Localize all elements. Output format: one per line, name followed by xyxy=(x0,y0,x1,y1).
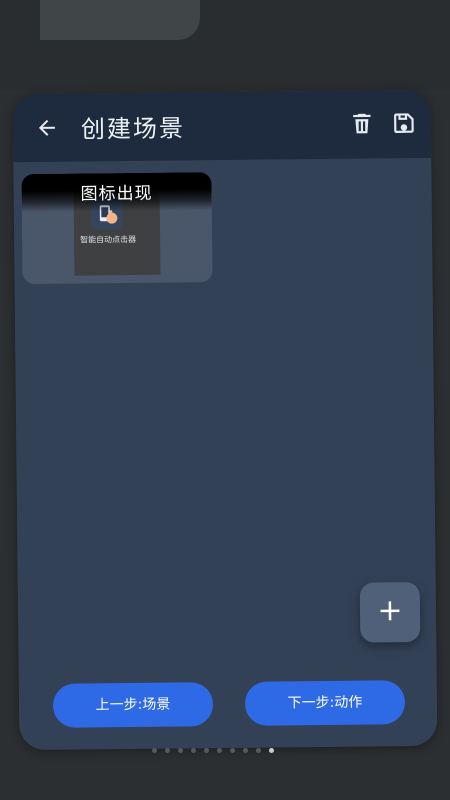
page-indicator xyxy=(152,746,274,754)
add-condition-button[interactable]: + xyxy=(359,581,421,643)
previous-step-button[interactable]: 上一步:场景 xyxy=(52,682,214,728)
page-dot xyxy=(217,747,222,753)
background-card xyxy=(40,0,200,40)
page-dot xyxy=(269,747,274,753)
screen: 创建场景 智能自动点击器 图标出现 + 上一步:场景 下一步:动作 xyxy=(0,0,450,800)
trash-icon[interactable] xyxy=(349,110,375,136)
page-dot xyxy=(256,747,261,753)
arrow-left-icon[interactable] xyxy=(35,116,59,140)
page-dot xyxy=(204,747,209,753)
page-dot xyxy=(152,747,157,753)
background-window xyxy=(0,0,450,90)
scene-condition-tile[interactable]: 智能自动点击器 图标出现 xyxy=(21,172,213,285)
page-title: 创建场景 xyxy=(80,114,186,144)
page-dot xyxy=(178,747,183,753)
page-dot xyxy=(191,747,196,753)
page-dot xyxy=(243,747,248,753)
dialog-header: 创建场景 xyxy=(12,89,432,163)
plus-icon: + xyxy=(377,593,403,629)
tile-title: 图标出现 xyxy=(80,183,153,205)
next-step-button[interactable]: 下一步:动作 xyxy=(244,680,406,726)
page-dot xyxy=(165,747,170,753)
create-scene-dialog: 创建场景 智能自动点击器 图标出现 + 上一步:场景 下一步:动作 xyxy=(12,89,438,751)
save-icon[interactable] xyxy=(391,110,417,136)
page-dot xyxy=(230,747,235,753)
app-label: 智能自动点击器 xyxy=(80,234,137,245)
